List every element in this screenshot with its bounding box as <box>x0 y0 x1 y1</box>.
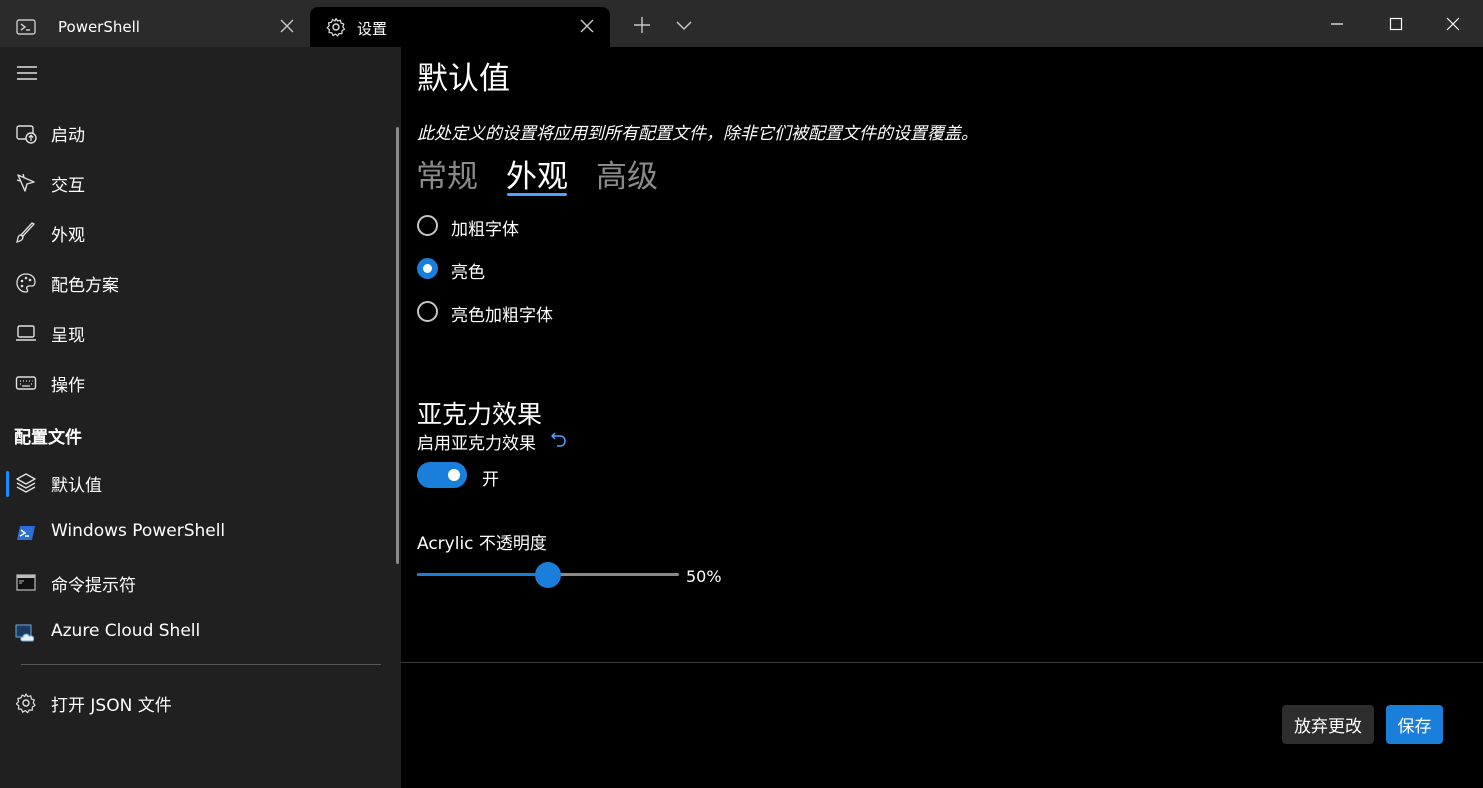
acrylic-section-title: 亚克力效果 <box>417 400 543 429</box>
tab-title: PowerShell <box>58 18 140 36</box>
sidebar-item-label: Windows PowerShell <box>51 521 226 541</box>
sidebar-item-label: 交互 <box>51 176 85 196</box>
plus-icon[interactable] <box>631 14 653 36</box>
close-tab-icon[interactable] <box>278 17 296 35</box>
save-button[interactable]: 保存 <box>1386 705 1443 744</box>
sidebar-item-label: 操作 <box>51 376 85 396</box>
radio-label: 亮色加粗字体 <box>451 306 553 326</box>
sidebar-item-label: 命令提示符 <box>51 576 136 596</box>
selected-indicator <box>6 471 9 497</box>
layers-icon <box>16 473 36 493</box>
maximize-icon <box>1389 17 1403 31</box>
radio-button[interactable] <box>417 258 438 279</box>
radio-label: 亮色 <box>451 263 485 283</box>
sidebar-item-label: Azure Cloud Shell <box>51 621 201 641</box>
hamburger-icon[interactable] <box>16 65 38 81</box>
sidebar-item-label: 打开 JSON 文件 <box>51 696 172 716</box>
close-icon <box>1446 17 1460 31</box>
radio-button[interactable] <box>417 301 438 322</box>
acrylic-opacity-slider[interactable] <box>417 562 679 588</box>
chevron-down-icon[interactable] <box>673 14 695 36</box>
radio-button[interactable] <box>417 215 438 236</box>
pivot-appearance[interactable]: 外观 <box>506 151 568 196</box>
sidebar-item-label: 配色方案 <box>51 276 119 296</box>
settings-content: 默认值 此处定义的设置将应用到所有配置文件，除非它们被配置文件的设置覆盖。 常规… <box>401 47 1483 788</box>
tab-settings[interactable]: 设置 <box>310 7 610 47</box>
sidebar-item-open-json[interactable]: 打开 JSON 文件 <box>0 680 390 724</box>
toggle-knob <box>448 469 460 481</box>
discard-changes-button[interactable]: 放弃更改 <box>1282 705 1374 744</box>
pivot-advanced[interactable]: 高级 <box>596 151 658 196</box>
pivot-selected-underline <box>507 193 567 196</box>
sidebar-item-appearance[interactable]: 外观 <box>0 210 390 254</box>
acrylic-toggle[interactable] <box>417 462 467 488</box>
gear-icon <box>15 693 36 714</box>
close-tab-icon[interactable] <box>578 17 596 35</box>
sidebar-item-label: 呈现 <box>51 326 85 346</box>
profiles-header: 配置文件 <box>14 428 82 448</box>
tab-powershell[interactable]: PowerShell <box>0 7 310 47</box>
tab-title: 设置 <box>357 20 388 38</box>
sidebar-item-azure[interactable]: Azure Cloud Shell <box>0 610 390 654</box>
close-window-button[interactable] <box>1438 10 1468 38</box>
cmd-icon <box>16 574 36 591</box>
sidebar-item-color-schemes[interactable]: 配色方案 <box>0 260 390 304</box>
monitor-icon <box>16 325 36 341</box>
startup-icon <box>16 125 37 144</box>
sidebar-item-defaults[interactable]: 默认值 <box>0 460 390 504</box>
palette-icon <box>16 273 36 293</box>
powershell-icon <box>17 526 35 540</box>
radio-label: 加粗字体 <box>451 220 519 240</box>
sidebar-item-interaction[interactable]: 交互 <box>0 160 390 204</box>
sidebar-item-label: 默认值 <box>51 476 102 496</box>
sidebar-divider <box>21 664 381 665</box>
pointer-icon <box>16 173 35 192</box>
sidebar-item-actions[interactable]: 操作 <box>0 360 390 404</box>
title-bar: PowerShell 设置 <box>0 0 1483 47</box>
acrylic-opacity-label: Acrylic 不透明度 <box>417 534 547 554</box>
pivot-general[interactable]: 常规 <box>416 151 478 196</box>
enable-acrylic-label: 启用亚克力效果 <box>417 434 536 454</box>
page-title: 默认值 <box>417 61 510 97</box>
sidebar-item-startup[interactable]: 启动 <box>0 110 390 154</box>
keyboard-icon <box>15 376 37 390</box>
slider-fill <box>417 573 548 576</box>
sidebar-item-windows-powershell[interactable]: Windows PowerShell <box>0 510 390 554</box>
footer-divider <box>401 662 1483 663</box>
sidebar-item-cmd[interactable]: 命令提示符 <box>0 560 390 604</box>
toggle-state-label: 开 <box>482 470 499 490</box>
sidebar-scrollbar[interactable] <box>396 127 399 564</box>
sidebar-item-rendering[interactable]: 呈现 <box>0 310 390 354</box>
minimize-button[interactable] <box>1322 10 1352 38</box>
brush-icon <box>16 222 35 243</box>
minimize-icon <box>1331 23 1343 25</box>
gear-icon <box>326 17 346 37</box>
maximize-button[interactable] <box>1381 10 1411 38</box>
page-description: 此处定义的设置将应用到所有配置文件，除非它们被配置文件的设置覆盖。 <box>417 124 978 144</box>
reset-icon[interactable] <box>549 429 569 449</box>
azure-cloud-icon <box>15 624 35 642</box>
powershell-icon <box>16 19 36 35</box>
sidebar: 启动 交互 外观 配色方案 呈现 操作 配置文件 默认值 Windows Pow… <box>0 47 401 788</box>
sidebar-item-label: 外观 <box>51 226 85 246</box>
sidebar-item-label: 启动 <box>51 126 85 146</box>
slider-thumb[interactable] <box>535 562 561 588</box>
acrylic-opacity-value: 50% <box>686 567 722 586</box>
